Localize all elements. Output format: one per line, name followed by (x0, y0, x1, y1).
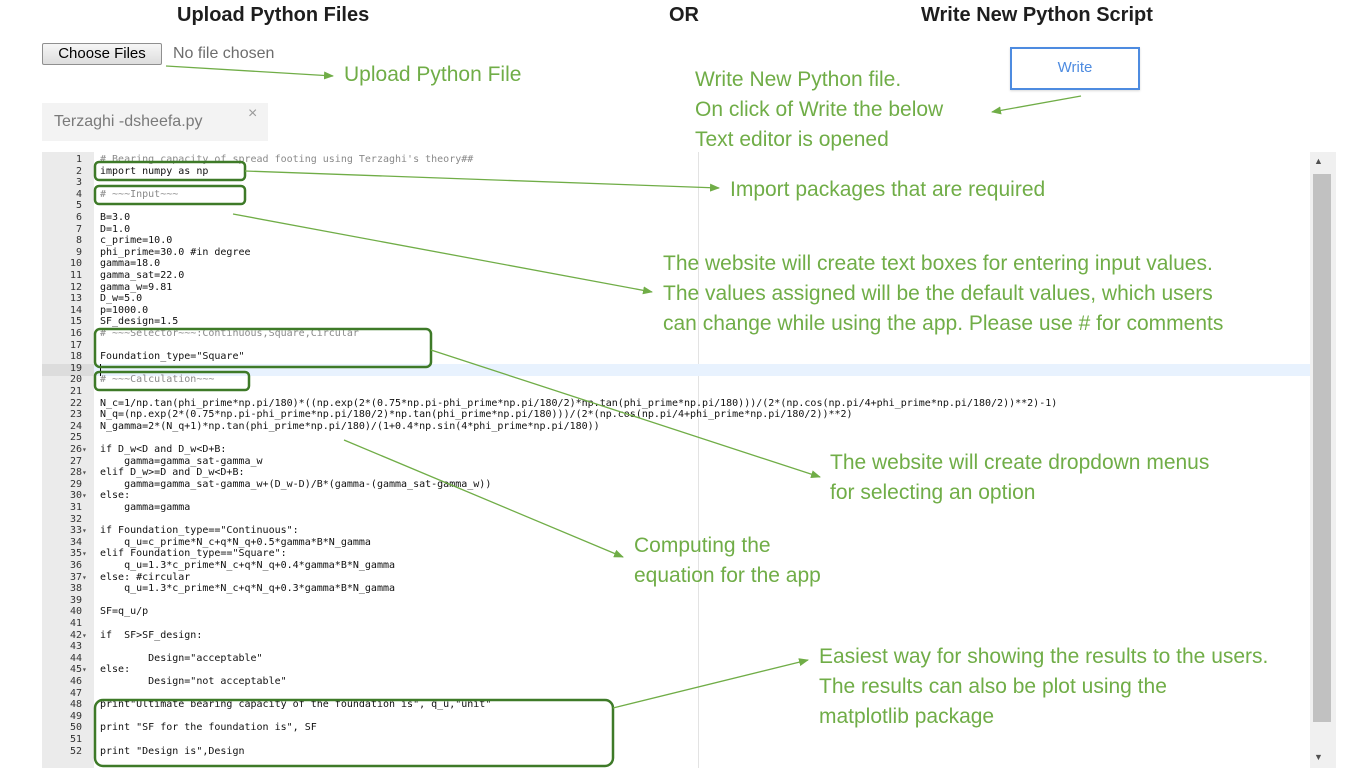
import-highlight-box (93, 160, 247, 182)
compute-note: Computing the equation for the app (634, 531, 821, 591)
print-highlight-box (93, 698, 615, 768)
input-note-line: The values assigned will be the default … (663, 282, 1213, 305)
dropdown-arrow (430, 349, 821, 479)
results-arrow (612, 658, 809, 709)
dropdown-note: The website will create dropdown menus f… (830, 448, 1209, 508)
import-arrow (244, 170, 720, 192)
write-note: Write New Python file. On click of Write… (695, 65, 943, 155)
write-note-line: Write New Python file. (695, 68, 902, 91)
write-note-line: Text editor is opened (695, 128, 889, 151)
write-arrow (991, 95, 1082, 115)
write-note-line: On click of Write the below (695, 98, 944, 121)
input-arrow (232, 213, 653, 295)
input-note-line: can change while using the app. Please u… (663, 312, 1224, 335)
input-note: The website will create text boxes for e… (663, 249, 1223, 339)
results-note-line: matplotlib package (819, 705, 995, 728)
results-note-line: The results can also be plot using the (819, 675, 1167, 698)
import-note: Import packages that are required (730, 178, 1046, 201)
upload-note: Upload Python File (344, 63, 522, 86)
results-note: Easiest way for showing the results to t… (819, 642, 1268, 732)
upload-arrow (165, 65, 334, 80)
results-note-line: Easiest way for showing the results to t… (819, 645, 1269, 668)
input-highlight-box (93, 184, 247, 206)
compute-arrow (343, 439, 624, 558)
dropdown-note-line: The website will create dropdown menus (830, 451, 1210, 474)
compute-note-line: equation for the app (634, 564, 821, 587)
selector-highlight-box (93, 327, 433, 369)
input-note-line: The website will create text boxes for e… (663, 252, 1213, 275)
calculation-highlight-box (93, 370, 251, 392)
dropdown-note-line: for selecting an option (830, 481, 1036, 504)
compute-note-line: Computing the (634, 534, 771, 557)
